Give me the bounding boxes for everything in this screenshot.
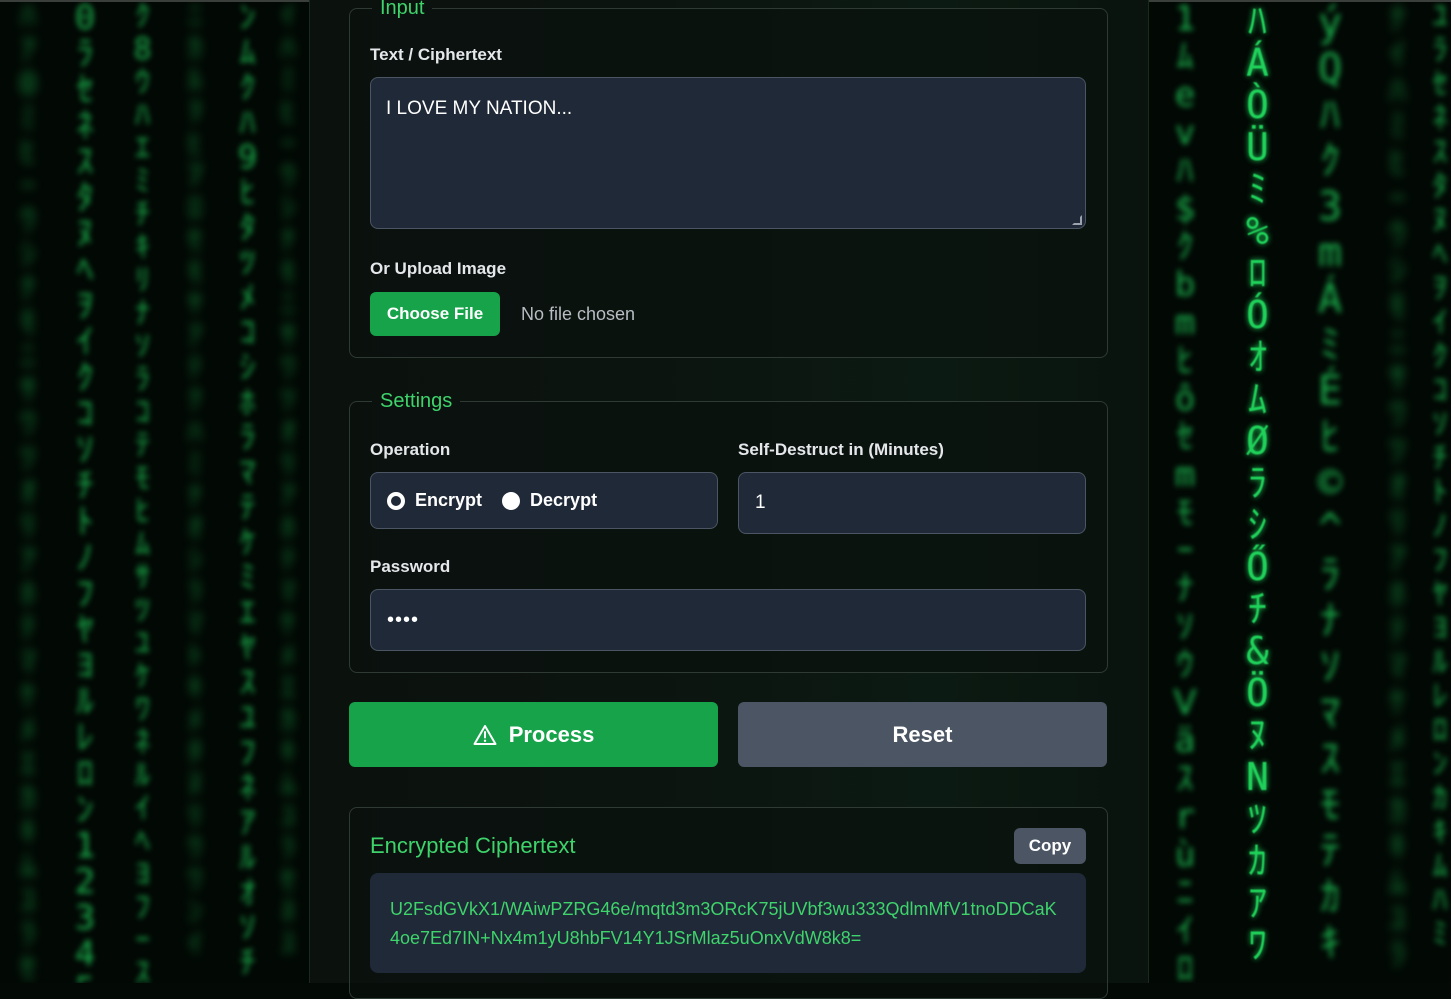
ciphertext-output: U2FsdGVkX1/WAiwPZRG46e/mqtd3m3ORcK75jUVb… — [370, 873, 1086, 973]
self-destruct-label: Self-Destruct in (Minutes) — [738, 440, 944, 459]
self-destruct-value: 1 — [755, 492, 766, 513]
encrypt-radio-label[interactable]: Encrypt — [415, 490, 482, 511]
self-destruct-input[interactable]: 1 — [738, 472, 1086, 534]
input-legend: Input — [380, 0, 425, 19]
textarea-value: I LOVE MY NATION... — [386, 98, 573, 119]
process-button[interactable]: Process — [349, 702, 718, 767]
text-ciphertext-textarea[interactable]: I LOVE MY NATION... — [370, 77, 1086, 229]
password-input[interactable]: •••• — [370, 589, 1086, 651]
copy-button[interactable]: Copy — [1014, 828, 1086, 864]
decrypt-radio[interactable] — [502, 491, 521, 510]
result-title: Encrypted Ciphertext — [370, 833, 576, 858]
warning-triangle-icon — [473, 724, 497, 745]
reset-button[interactable]: Reset — [738, 702, 1107, 767]
password-label: Password — [370, 557, 451, 576]
operation-label: Operation — [370, 440, 451, 459]
file-status-text: No file chosen — [521, 304, 636, 324]
text-ciphertext-label: Text / Ciphertext — [370, 45, 502, 64]
settings-legend: Settings — [380, 390, 453, 412]
resize-grip-icon[interactable] — [1072, 215, 1082, 225]
encrypt-radio[interactable] — [387, 491, 405, 510]
choose-file-button[interactable]: Choose File — [370, 292, 500, 336]
password-masked-value: •••• — [387, 608, 420, 631]
operation-radio-group: Encrypt Decrypt — [370, 472, 718, 529]
upload-image-label: Or Upload Image — [370, 259, 507, 278]
process-button-label: Process — [508, 721, 595, 747]
decrypt-radio-label[interactable]: Decrypt — [530, 490, 597, 511]
